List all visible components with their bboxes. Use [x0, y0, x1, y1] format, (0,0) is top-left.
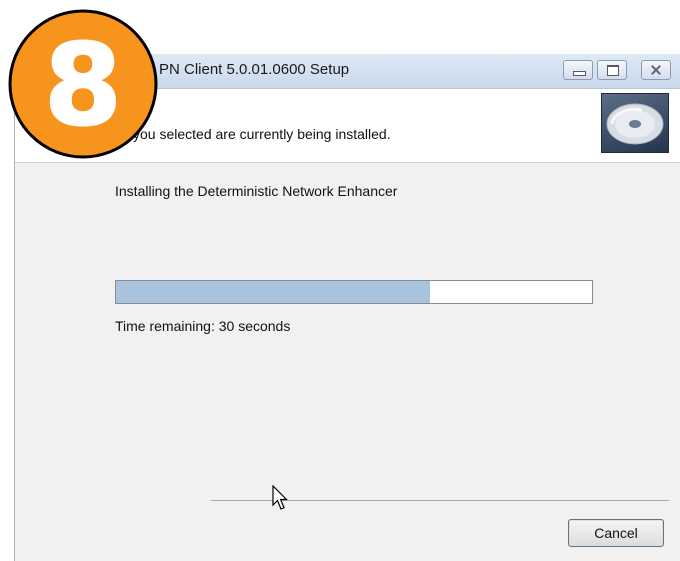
step-number-text: 8: [44, 21, 122, 151]
minimize-button[interactable]: [563, 60, 593, 80]
header-description: you selected are currently being install…: [133, 126, 391, 142]
maximize-button[interactable]: [597, 60, 627, 80]
time-remaining-text: Time remaining: 30 seconds: [115, 318, 291, 334]
close-button[interactable]: [641, 60, 671, 80]
install-status-text: Installing the Deterministic Network Enh…: [115, 183, 398, 199]
cancel-button[interactable]: Cancel: [568, 519, 664, 547]
cd-icon: [601, 93, 669, 153]
mouse-cursor-icon: [272, 485, 288, 510]
progress-bar: [115, 280, 593, 304]
progress-bar-fill: [116, 281, 431, 303]
window-title: PN Client 5.0.01.0600 Setup: [159, 61, 350, 78]
step-number-badge: 8: [8, 9, 158, 159]
